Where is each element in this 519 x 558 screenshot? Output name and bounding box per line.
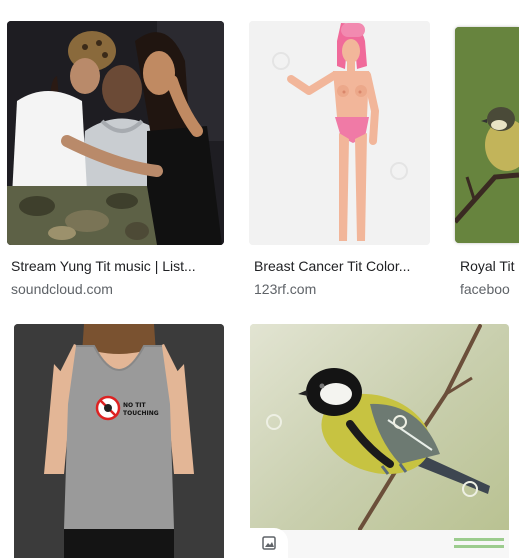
- result-thumbnail-tank-top[interactable]: NO TIT TOUCHING: [14, 324, 224, 558]
- people-photo-illustration: [7, 21, 224, 245]
- great-tit-illustration: [250, 324, 509, 558]
- image-badge: [250, 528, 288, 558]
- image-icon: [262, 536, 276, 550]
- result-card-great-tit[interactable]: [250, 324, 509, 558]
- result-title[interactable]: Stream Yung Tit music | List...: [11, 257, 224, 275]
- result-card-123rf[interactable]: Breast Cancer Tit Color... 123rf.com: [249, 21, 430, 301]
- tank-print-line1: NO TIT: [123, 402, 147, 409]
- result-card-tank-top[interactable]: NO TIT TOUCHING: [14, 324, 224, 558]
- tank-print-text: NO TIT TOUCHING: [123, 402, 159, 417]
- tank-print-line2: TOUCHING: [123, 410, 159, 417]
- result-thumbnail-people-photo[interactable]: [7, 21, 224, 245]
- result-source[interactable]: 123rf.com: [254, 280, 430, 298]
- result-source[interactable]: faceboo: [460, 280, 519, 298]
- result-card-soundcloud[interactable]: Stream Yung Tit music | List... soundclo…: [7, 21, 224, 301]
- result-thumbnail-bird-photo[interactable]: [455, 27, 519, 243]
- result-card-facebook[interactable]: Royal Tit faceboo: [455, 21, 519, 301]
- result-title[interactable]: Royal Tit: [460, 257, 519, 275]
- bird-photo-illustration: [455, 27, 519, 243]
- result-title[interactable]: Breast Cancer Tit Color...: [254, 257, 430, 275]
- result-thumbnail-figure-illustration[interactable]: [249, 21, 430, 245]
- result-source[interactable]: soundcloud.com: [11, 280, 224, 298]
- figure-illustration: [249, 21, 430, 245]
- result-thumbnail-great-tit[interactable]: [250, 324, 509, 558]
